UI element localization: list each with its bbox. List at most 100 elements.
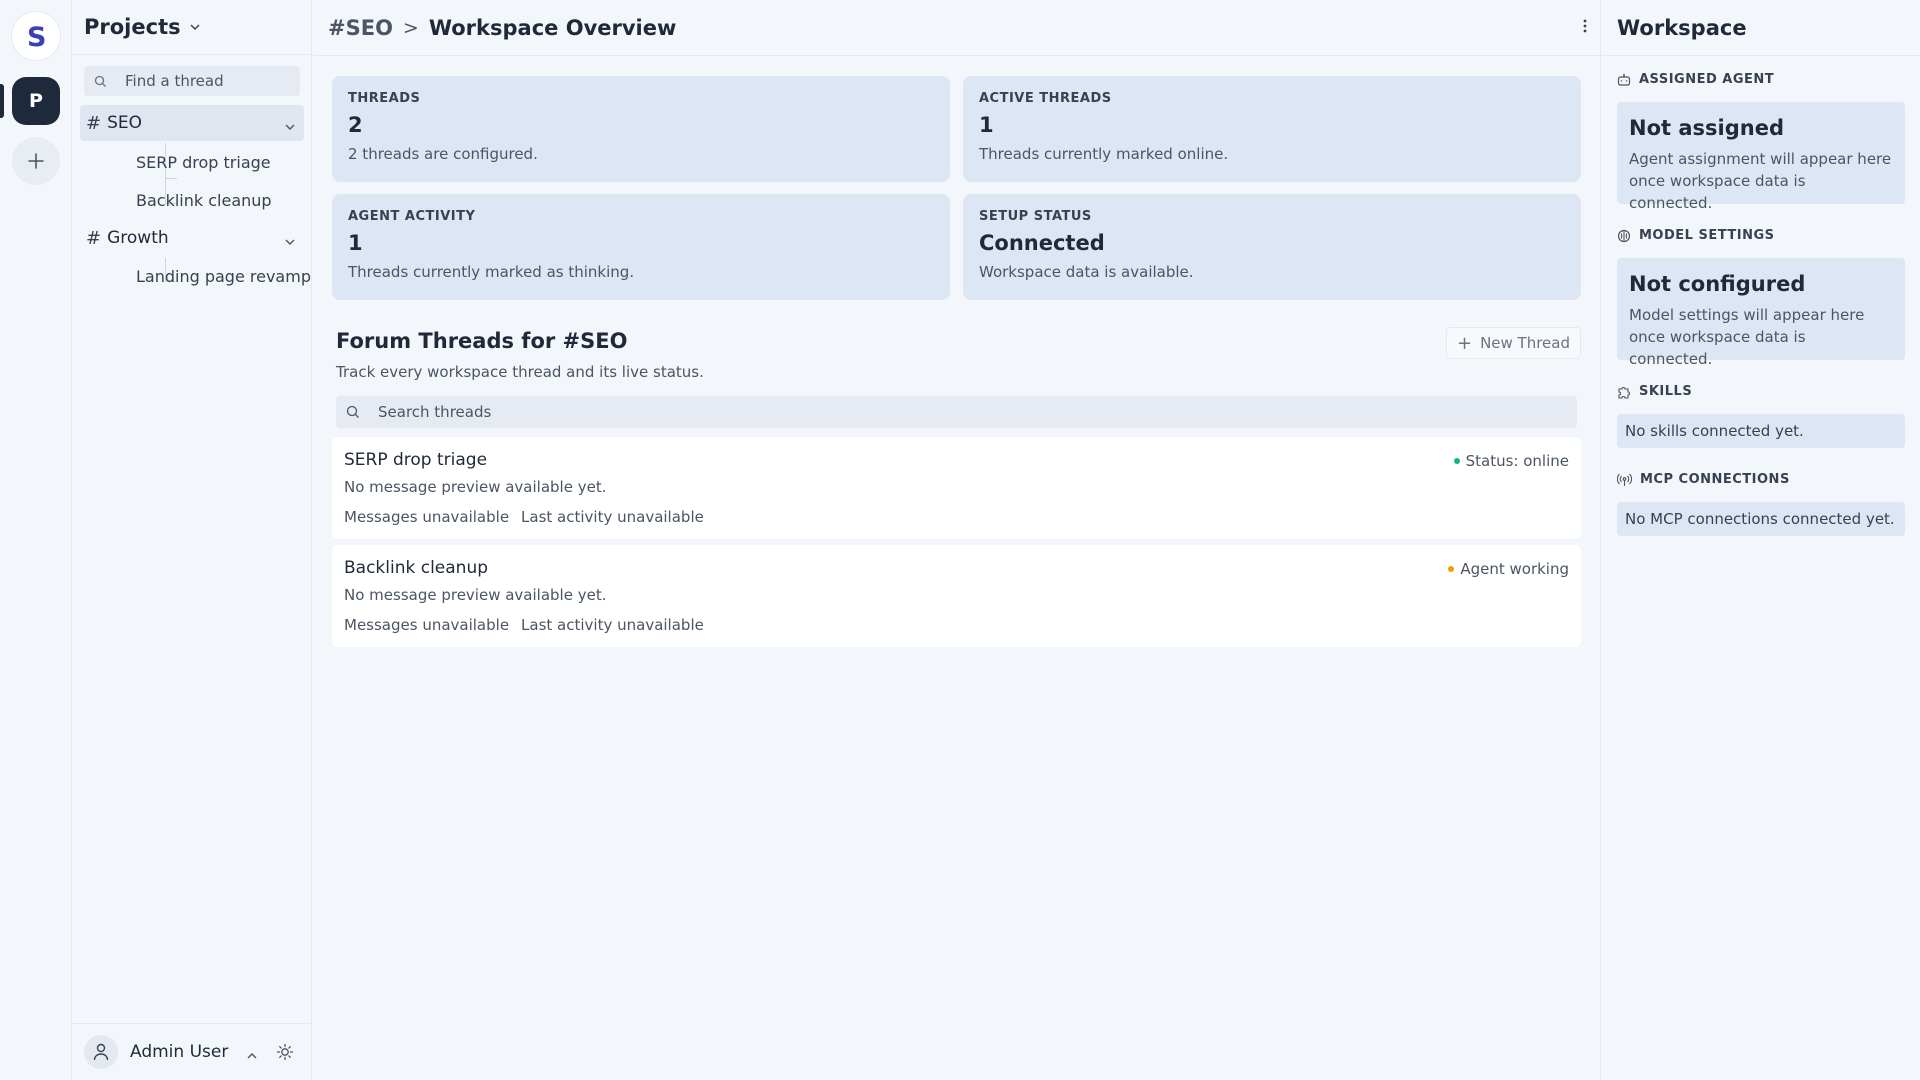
stat-label: THREADS: [348, 91, 421, 106]
app-logo[interactable]: S: [12, 12, 60, 60]
channel-seo[interactable]: # SEO: [80, 105, 304, 141]
thread-card[interactable]: Backlink cleanup No message preview avai…: [332, 545, 1581, 647]
thread-card[interactable]: SERP drop triage No message preview avai…: [332, 437, 1581, 539]
channel-name: Growth: [107, 228, 169, 248]
status-dot-icon: [1448, 566, 1455, 572]
puzzle-icon: [1618, 386, 1630, 399]
stat-description: 2 threads are configured.: [348, 145, 538, 163]
thread-meta: Messages unavailable Last activity unava…: [344, 508, 1569, 526]
more-vertical-icon[interactable]: [1582, 16, 1588, 41]
thread-search-box[interactable]: [84, 66, 300, 96]
section-label: MCP CONNECTIONS: [1640, 472, 1790, 487]
user-name[interactable]: Admin User: [130, 1042, 228, 1062]
thread-search-input[interactable]: [125, 72, 295, 90]
workspace-panel-title: Workspace: [1601, 0, 1920, 56]
page-title: Workspace Overview: [428, 15, 677, 40]
card-title: Not configured: [1629, 272, 1806, 296]
stat-value: 1: [979, 113, 994, 137]
svg-text:S: S: [27, 22, 46, 50]
status-text: Agent working: [1460, 560, 1569, 578]
sidebar-header[interactable]: Projects: [72, 0, 311, 55]
breadcrumb-channel[interactable]: #SEO: [328, 16, 393, 40]
thread-preview: No message preview available yet.: [344, 478, 607, 496]
thread-meta: Messages unavailable Last activity unava…: [344, 616, 1569, 634]
thread-messages: Messages unavailable: [344, 616, 510, 634]
thread-last-activity: Last activity unavailable: [521, 508, 704, 526]
mcp-connections-card: No MCP connections connected yet.: [1617, 502, 1905, 536]
brain-icon: [1617, 229, 1631, 242]
status-text: Status: online: [1465, 452, 1569, 470]
chevron-down-icon: [189, 23, 201, 31]
forum-title: Forum Threads for #SEO: [336, 329, 628, 353]
stat-description: Threads currently marked online.: [979, 145, 1229, 163]
rail-active-indicator: [0, 84, 4, 118]
section-mcp-connections: MCP CONNECTIONS: [1617, 472, 1790, 487]
user-bar: Admin User: [72, 1023, 312, 1080]
skills-card: No skills connected yet.: [1617, 414, 1905, 448]
breadcrumb-separator: >: [402, 16, 419, 39]
card-title: Not assigned: [1629, 116, 1784, 140]
workspace-panel: Workspace ASSIGNED AGENT Not assigned Ag…: [1600, 0, 1920, 1080]
hash-icon: #: [86, 112, 102, 134]
forum-search-input[interactable]: [378, 403, 1478, 421]
project-button[interactable]: P: [12, 77, 60, 125]
stat-label: SETUP STATUS: [979, 209, 1092, 224]
status-badge: Agent working: [1448, 560, 1569, 578]
sidebar-title: Projects: [84, 15, 181, 39]
main-content: #SEO > Workspace Overview THREADS 2 2 th…: [313, 0, 1600, 1080]
status-dot-icon: [1453, 458, 1460, 464]
chevron-down-icon[interactable]: [284, 116, 296, 136]
forum-search-box[interactable]: [336, 396, 1577, 428]
bot-icon: [1617, 73, 1631, 86]
search-icon: [346, 405, 359, 418]
thread-name[interactable]: SERP drop triage: [344, 450, 1569, 470]
add-project-button[interactable]: [12, 137, 60, 185]
logo-s-icon: S: [27, 22, 46, 50]
sun-icon[interactable]: [276, 1043, 294, 1065]
forum-subtitle: Track every workspace thread and its liv…: [336, 363, 704, 381]
stat-label: ACTIVE THREADS: [979, 91, 1112, 106]
avatar[interactable]: [84, 1035, 118, 1069]
sidebar-thread-item[interactable]: Landing page revamp: [112, 261, 311, 291]
card-description: Agent assignment will appear here once w…: [1629, 150, 1892, 212]
stat-label: AGENT ACTIVITY: [348, 209, 476, 224]
stat-value: 2: [348, 113, 363, 137]
new-thread-button[interactable]: + New Thread: [1445, 327, 1581, 359]
channel-growth[interactable]: # Growth: [80, 220, 304, 256]
section-assigned-agent: ASSIGNED AGENT: [1617, 72, 1774, 87]
app-rail: S P: [0, 0, 72, 1080]
chevron-up-icon[interactable]: [246, 1045, 258, 1064]
thread-preview: No message preview available yet.: [344, 586, 607, 604]
section-label: ASSIGNED AGENT: [1639, 72, 1775, 87]
forum-header: Forum Threads for #SEO Track every works…: [336, 329, 704, 381]
stat-value: Connected: [979, 231, 1105, 255]
chevron-down-icon[interactable]: [284, 231, 296, 251]
user-icon: [93, 1043, 109, 1061]
thread-last-activity: Last activity unavailable: [521, 616, 704, 634]
thread-name[interactable]: Backlink cleanup: [344, 558, 1569, 578]
sidebar-thread-item[interactable]: SERP drop triage: [112, 147, 271, 177]
thread-messages: Messages unavailable: [344, 508, 510, 526]
model-settings-card: Not configured Model settings will appea…: [1617, 258, 1905, 368]
section-skills: SKILLS: [1617, 384, 1692, 399]
section-label: MODEL SETTINGS: [1639, 228, 1775, 243]
stat-description: Threads currently marked as thinking.: [348, 263, 635, 281]
status-badge: Status: online: [1453, 452, 1569, 470]
plus-icon: +: [1456, 332, 1473, 354]
breadcrumb: #SEO > Workspace Overview: [313, 0, 1600, 56]
search-icon: [94, 75, 106, 87]
antenna-icon: [1617, 473, 1632, 486]
new-thread-label: New Thread: [1480, 334, 1570, 352]
channel-name: SEO: [107, 113, 143, 133]
plus-icon: [28, 153, 44, 169]
stats-grid: THREADS 2 2 threads are configured. ACTI…: [332, 76, 1581, 300]
stat-value: 1: [348, 231, 363, 255]
stat-card-agent-activity: AGENT ACTIVITY 1 Threads currently marke…: [332, 194, 950, 300]
stat-description: Workspace data is available.: [979, 263, 1194, 281]
section-model-settings: MODEL SETTINGS: [1617, 228, 1775, 243]
sidebar-thread-item[interactable]: Backlink cleanup: [112, 185, 272, 215]
hash-icon: #: [86, 227, 102, 249]
sidebar: Projects # SEO SERP drop triage Backlink…: [72, 0, 312, 1080]
stat-card-threads: THREADS 2 2 threads are configured.: [332, 76, 950, 182]
stat-card-setup-status: SETUP STATUS Connected Workspace data is…: [963, 194, 1581, 300]
